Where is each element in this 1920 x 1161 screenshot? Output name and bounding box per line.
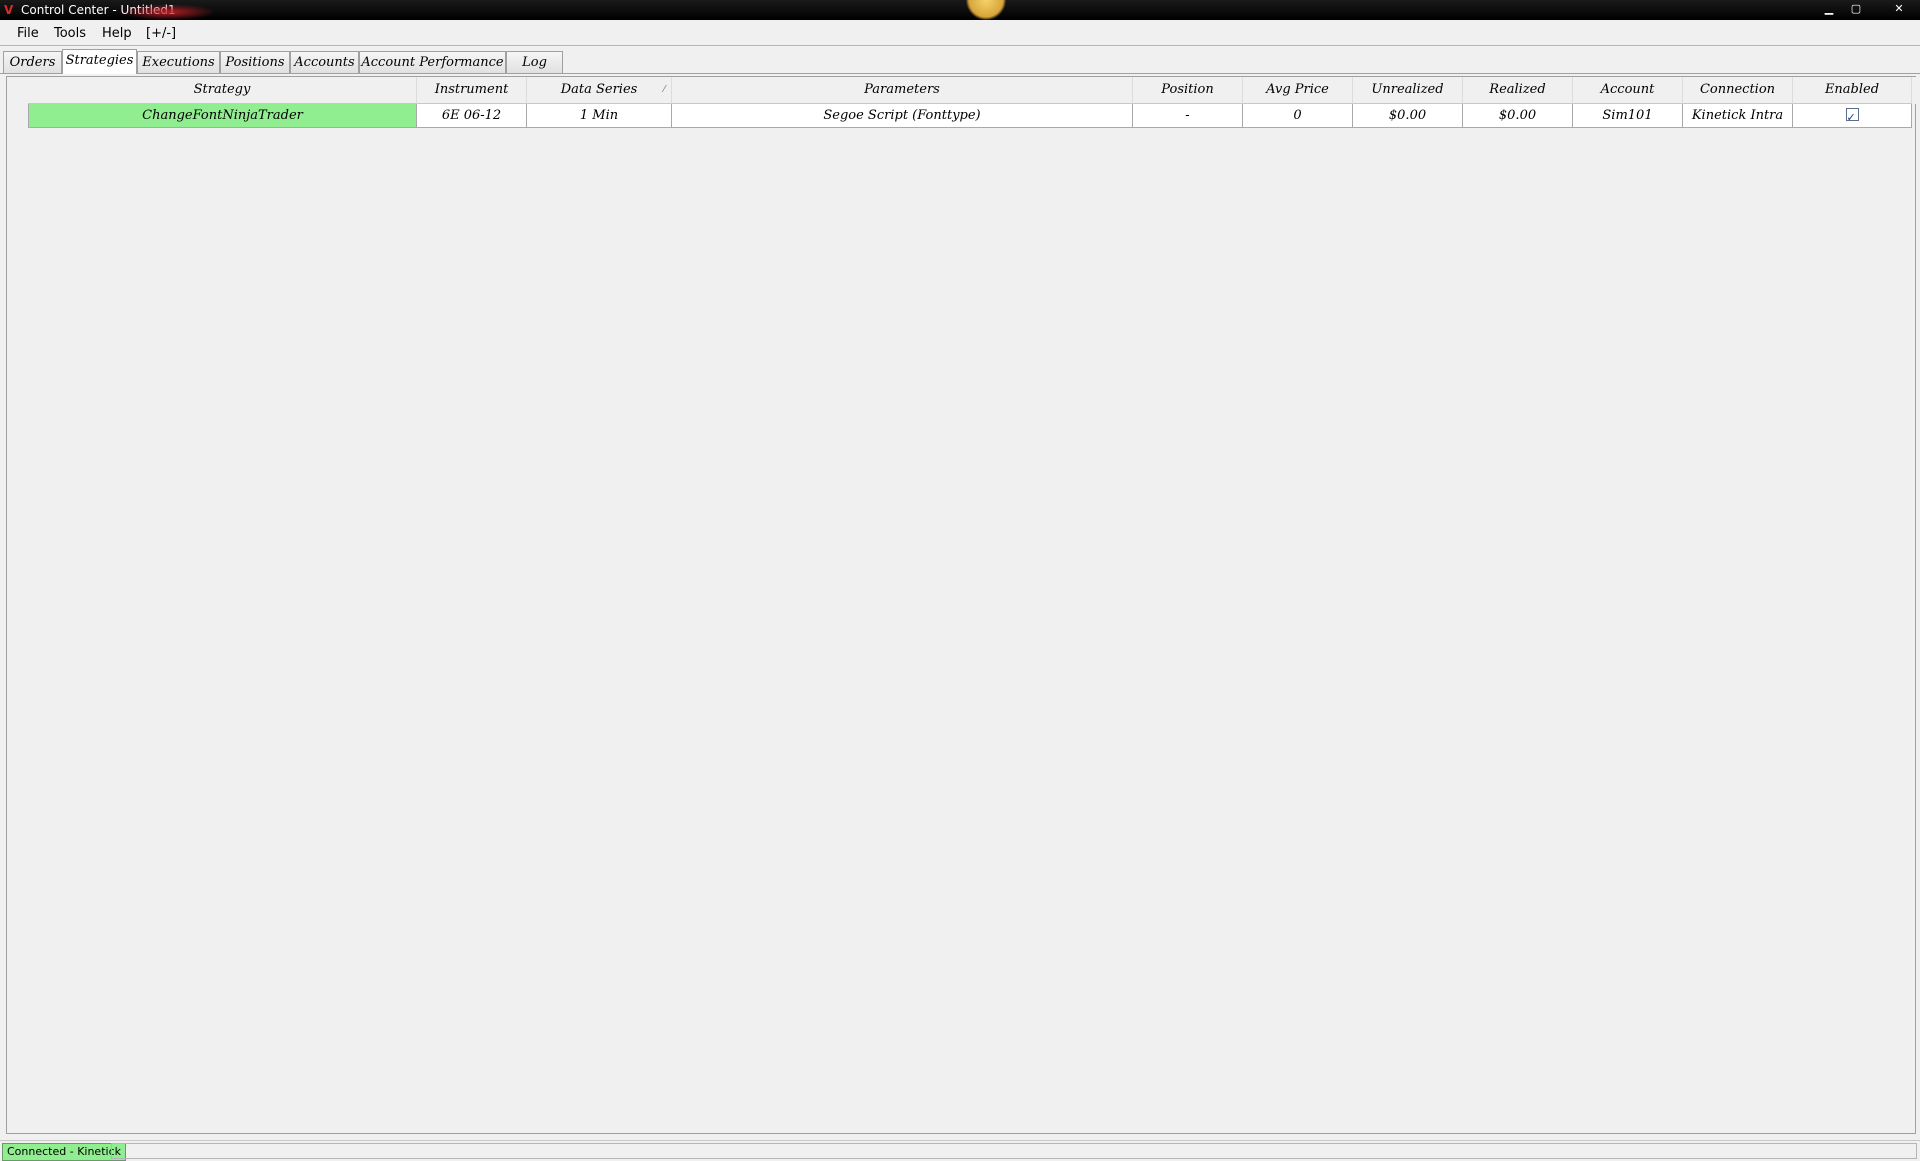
tab-strategies[interactable]: Strategies (62, 49, 137, 74)
status-bar: Connected - Kinetick (0, 1140, 1920, 1161)
column-header-realized[interactable]: Realized (1463, 77, 1573, 104)
cell-instrument[interactable]: 6E 06-12 (417, 104, 527, 128)
column-header-strategy[interactable]: Strategy (28, 77, 417, 104)
cell-realized[interactable]: $0.00 (1463, 104, 1573, 128)
title-decoration (120, 4, 216, 20)
column-header-unrealized[interactable]: Unrealized (1353, 77, 1463, 104)
tab-accounts[interactable]: Accounts (290, 51, 359, 73)
ninjatrader-logo-icon: V (4, 3, 14, 17)
tab-account-performance[interactable]: Account Performance (359, 51, 506, 73)
cell-connection[interactable]: Kinetick Intra (1683, 104, 1793, 128)
column-header-data-series[interactable]: Data Series ⁄ (527, 77, 672, 104)
title-bar: V Control Center - Untitled1 ▁ ▢ ✕ (0, 0, 1920, 20)
cell-strategy[interactable]: ChangeFontNinjaTrader (28, 104, 417, 128)
sort-indicator-icon: ⁄ (663, 85, 665, 95)
column-header-connection[interactable]: Connection (1683, 77, 1793, 104)
column-header-parameters[interactable]: Parameters (672, 77, 1133, 104)
tab-log[interactable]: Log (506, 51, 563, 73)
tab-positions[interactable]: Positions (220, 51, 290, 73)
menu-help[interactable]: Help (102, 26, 132, 41)
cursor-highlight (966, 0, 1006, 20)
cell-position[interactable]: - (1133, 104, 1243, 128)
status-message-field (111, 1143, 1917, 1159)
menu-tools[interactable]: Tools (54, 26, 86, 41)
cell-account[interactable]: Sim101 (1573, 104, 1683, 128)
tab-executions[interactable]: Executions (137, 51, 220, 73)
cell-unrealized[interactable]: $0.00 (1353, 104, 1463, 128)
enabled-checkbox[interactable] (1845, 106, 1859, 127)
grid-header: Strategy Instrument Data Series ⁄ Parame… (28, 77, 1916, 104)
column-header-enabled[interactable]: Enabled (1793, 77, 1912, 104)
close-button[interactable]: ✕ (1880, 0, 1918, 17)
tab-baseline (0, 73, 1920, 74)
cell-data-series[interactable]: 1 Min (527, 104, 672, 128)
cell-avg-price[interactable]: 0 (1243, 104, 1353, 128)
menu-separator (0, 45, 1920, 46)
cell-enabled[interactable] (1793, 104, 1912, 128)
column-header-position[interactable]: Position (1133, 77, 1243, 104)
menu-bar: File Tools Help [+/-] (0, 20, 1920, 46)
tab-orders[interactable]: Orders (3, 51, 62, 73)
column-header-data-series-label: Data Series (560, 82, 638, 97)
column-header-instrument[interactable]: Instrument (417, 77, 527, 104)
maximize-button[interactable]: ▢ (1843, 0, 1869, 17)
column-header-account[interactable]: Account (1573, 77, 1683, 104)
connection-status: Connected - Kinetick (2, 1143, 126, 1161)
tab-strip: Orders Strategies Executions Positions A… (0, 49, 1920, 74)
cell-parameters[interactable]: Segoe Script (Fonttype) (672, 104, 1133, 128)
column-header-avg-price[interactable]: Avg Price (1243, 77, 1353, 104)
minimize-button[interactable]: ▁ (1816, 0, 1842, 17)
menu-toggle[interactable]: [+/-] (146, 26, 176, 41)
table-row[interactable]: ChangeFontNinjaTrader 6E 06-12 1 Min Seg… (28, 104, 1916, 128)
strategies-panel: Strategy Instrument Data Series ⁄ Parame… (6, 76, 1916, 1134)
menu-file[interactable]: File (17, 26, 39, 41)
